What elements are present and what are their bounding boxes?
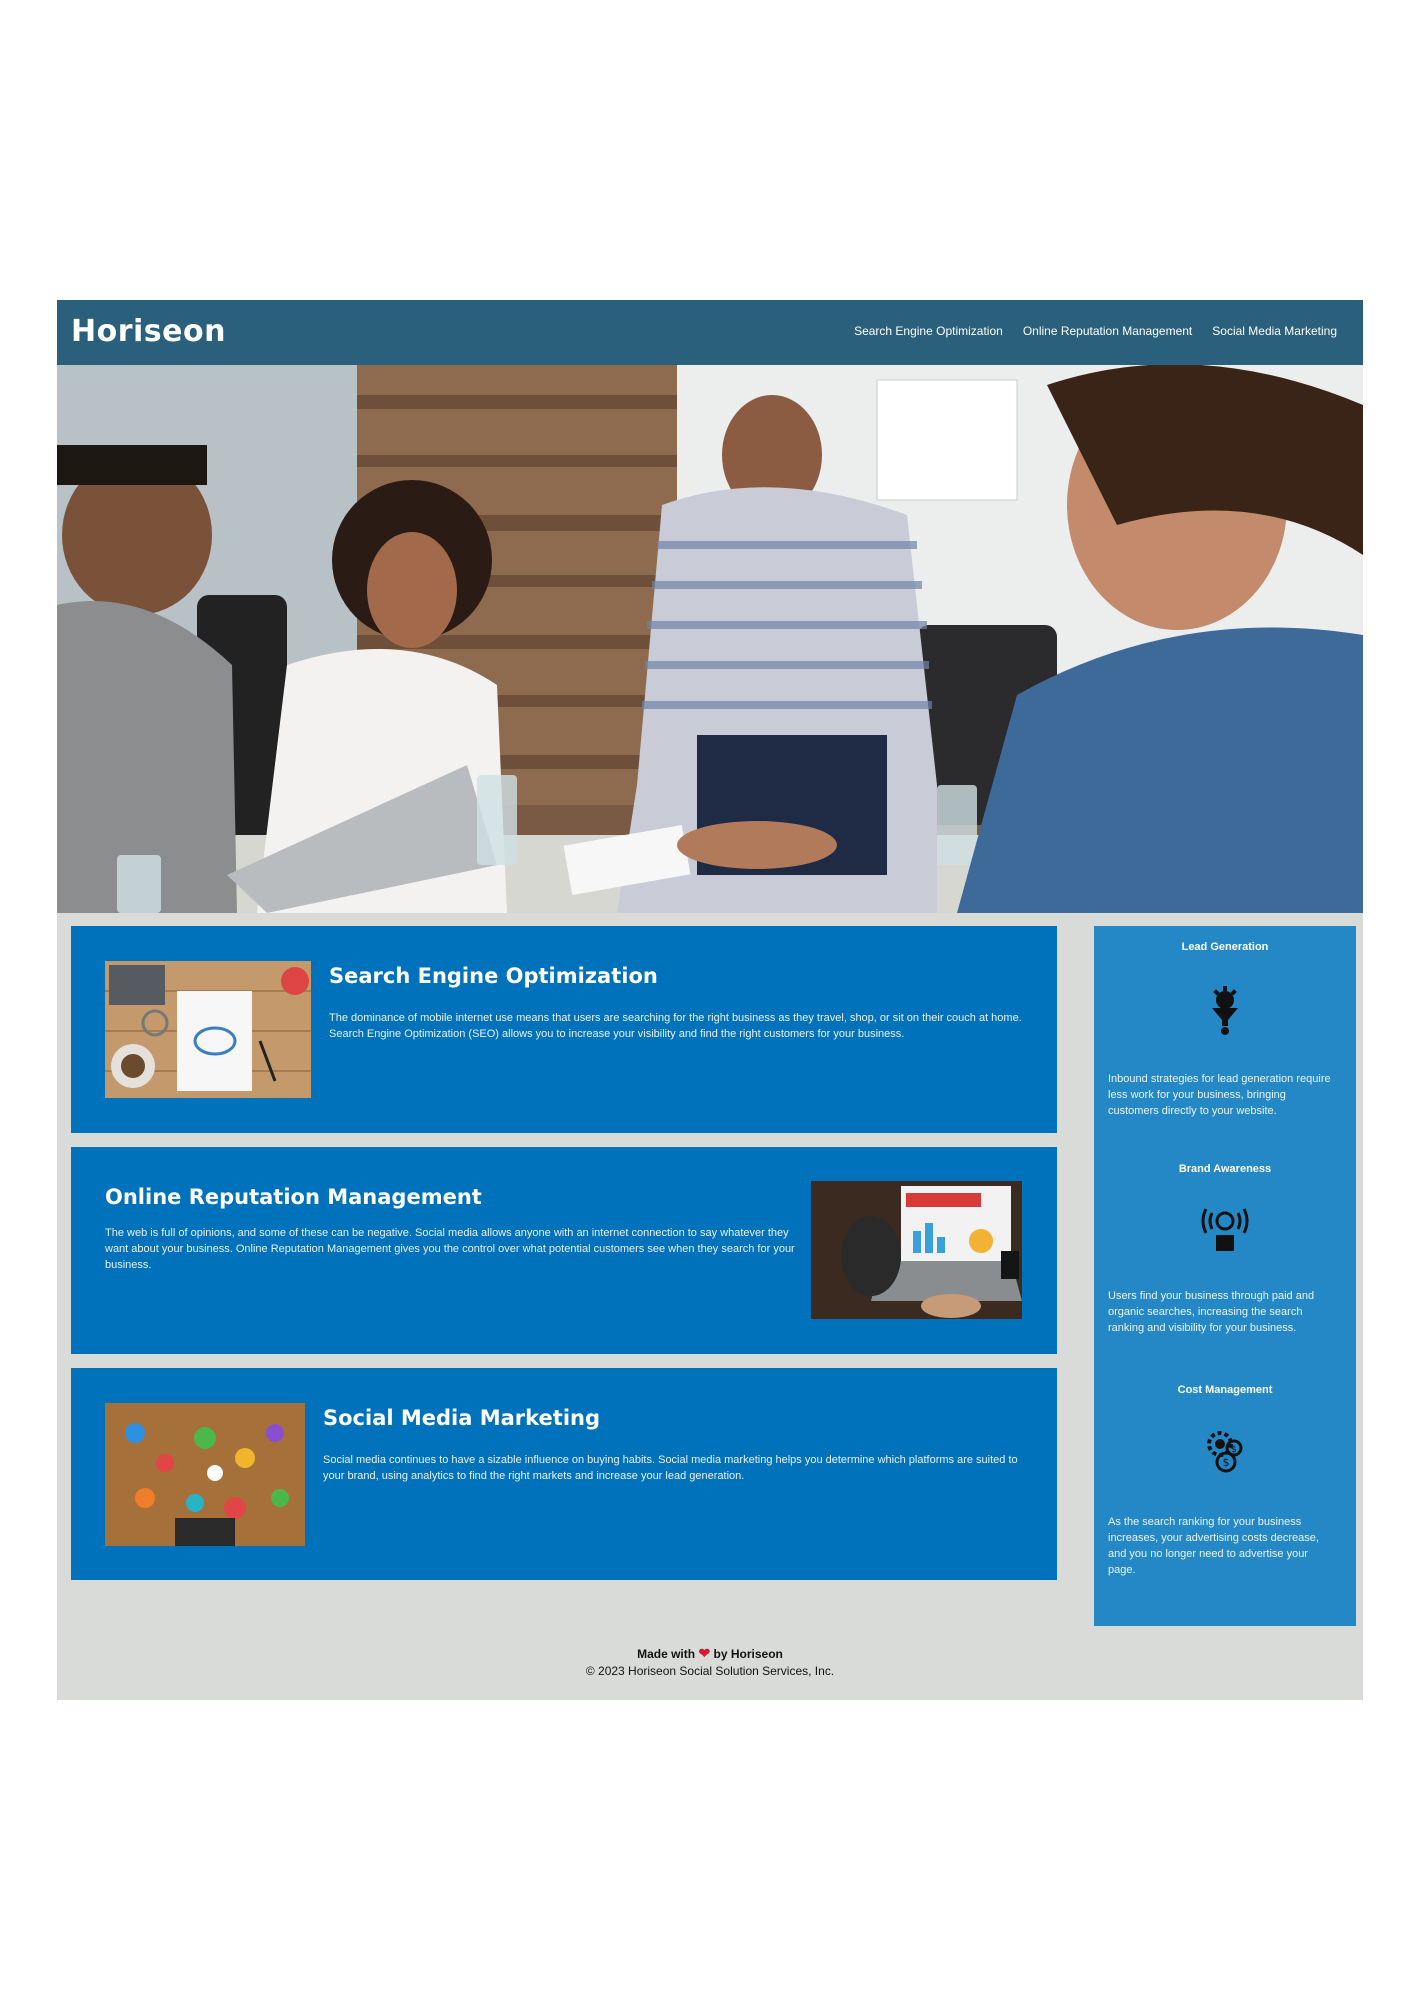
section-text: The web is full of opinions, and some of… bbox=[105, 1227, 795, 1271]
benefit-brand: Brand Awareness Users find your business… bbox=[1094, 1148, 1356, 1334]
lead-generation-icon bbox=[1200, 986, 1250, 1036]
benefit-title: Lead Generation bbox=[1181, 941, 1269, 953]
section-seo: Search Engine Optimization The dominance… bbox=[71, 926, 1057, 1133]
benefit-text: As the search ranking for your business … bbox=[1108, 1516, 1319, 1576]
footer-made-suffix: by Horiseon bbox=[713, 1647, 783, 1661]
site-wrapper: Horiseon Search Engine Optimization Onli… bbox=[57, 300, 1363, 1700]
benefit-text: Users find your business through paid an… bbox=[1108, 1290, 1315, 1334]
logo[interactable]: Horiseon bbox=[71, 314, 226, 349]
reputation-image bbox=[811, 1181, 1022, 1319]
social-image bbox=[105, 1403, 305, 1546]
section-title: Social Media Marketing bbox=[323, 1406, 601, 1430]
site-header: Horiseon Search Engine Optimization Onli… bbox=[57, 300, 1363, 365]
main-nav: Search Engine Optimization Online Reputa… bbox=[854, 324, 1337, 338]
benefit-title: Brand Awareness bbox=[1178, 1163, 1272, 1175]
heart-icon: ❤ bbox=[698, 1645, 711, 1661]
nav-link-seo[interactable]: Search Engine Optimization bbox=[854, 324, 1003, 338]
cost-management-icon: $ $ bbox=[1200, 1424, 1250, 1474]
section-title: Online Reputation Management bbox=[105, 1185, 482, 1209]
benefit-title: Cost Management bbox=[1177, 1384, 1273, 1396]
section-reputation: Online Reputation Management The web is … bbox=[71, 1147, 1057, 1354]
section-title: Search Engine Optimization bbox=[329, 964, 658, 988]
section-text: Social media continues to have a sizable… bbox=[323, 1454, 1018, 1482]
footer-made-with: Made with ❤ by Horiseon bbox=[57, 1645, 1363, 1662]
hero-image bbox=[57, 365, 1363, 913]
nav-link-social[interactable]: Social Media Marketing bbox=[1212, 324, 1337, 338]
site-footer: Made with ❤ by Horiseon © 2023 Horiseon … bbox=[57, 1645, 1363, 1678]
svg-text:$: $ bbox=[1223, 1456, 1230, 1469]
brand-awareness-icon bbox=[1200, 1203, 1250, 1253]
svg-text:$: $ bbox=[1231, 1445, 1237, 1455]
section-text: The dominance of mobile internet use mea… bbox=[329, 1012, 1022, 1040]
benefit-cost: Cost Management $ $ As the search rankin… bbox=[1094, 1369, 1356, 1576]
nav-link-reputation[interactable]: Online Reputation Management bbox=[1023, 324, 1192, 338]
benefit-lead: Lead Generation Inbound strategies for l… bbox=[1094, 926, 1356, 1117]
section-social: Social Media Marketing Social media cont… bbox=[71, 1368, 1057, 1580]
benefit-text: Inbound strategies for lead generation r… bbox=[1108, 1073, 1331, 1117]
footer-copyright: © 2023 Horiseon Social Solution Services… bbox=[585, 1664, 835, 1678]
footer-made-prefix: Made with bbox=[637, 1647, 696, 1661]
seo-image bbox=[105, 961, 311, 1098]
benefits-sidebar: Lead Generation Inbound strategies for l… bbox=[1094, 926, 1356, 1626]
